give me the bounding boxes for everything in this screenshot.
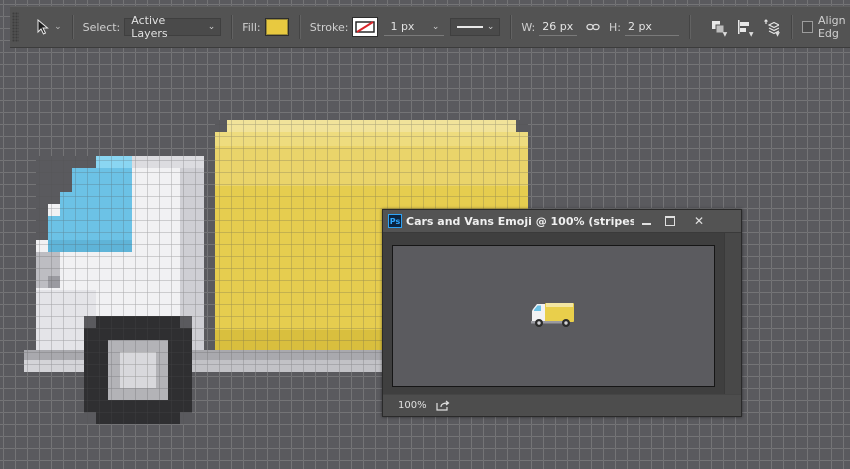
- select-value: Active Layers: [131, 14, 168, 40]
- stroke-type-dropdown[interactable]: ⌄: [450, 18, 501, 36]
- document-title: Cars and Vans Emoji @ 100% (stripes, R..…: [406, 214, 634, 228]
- fill-label: Fill:: [242, 20, 261, 34]
- height-label: H:: [608, 20, 621, 34]
- vertical-scrollbar[interactable]: [724, 233, 741, 394]
- document-body: [383, 233, 741, 394]
- options-bar-grip[interactable]: [12, 12, 20, 42]
- truck-emoji-icon: [531, 303, 574, 327]
- separator: [688, 15, 690, 39]
- arrow-select-icon[interactable]: [35, 18, 50, 36]
- no-color-icon: [355, 21, 376, 33]
- separator: [231, 15, 233, 39]
- options-bar: ⌄ Select: Active Layers ⌄ Fill: Stroke: …: [10, 6, 850, 47]
- separator: [510, 15, 512, 39]
- photoshop-icon: Ps: [388, 214, 402, 228]
- stroke-color-swatch[interactable]: [352, 17, 379, 37]
- close-icon[interactable]: ✕: [682, 210, 716, 232]
- width-field[interactable]: 26 px: [539, 19, 577, 36]
- height-field[interactable]: 2 px: [624, 19, 679, 36]
- export-icon[interactable]: [436, 400, 452, 412]
- path-operations-icon[interactable]: ▼: [708, 16, 728, 38]
- path-alignment-icon[interactable]: ▼: [734, 16, 754, 38]
- chevron-down-icon: ⌄: [486, 22, 495, 32]
- solid-line-icon: [457, 26, 483, 28]
- stroke-width-value: 1 px: [390, 20, 415, 33]
- align-edges-label: Align Edg: [817, 14, 846, 40]
- link-icon[interactable]: [583, 16, 603, 38]
- chevron-down-icon: ⌄: [207, 22, 216, 32]
- align-edges-checkbox[interactable]: [801, 21, 813, 33]
- separator: [790, 15, 792, 39]
- document-canvas[interactable]: [392, 245, 715, 387]
- minimize-icon[interactable]: [634, 210, 658, 232]
- zoom-level[interactable]: 100%: [398, 400, 428, 411]
- stroke-label: Stroke:: [309, 20, 349, 34]
- select-dropdown[interactable]: Active Layers ⌄: [124, 14, 222, 40]
- document-titlebar[interactable]: Ps Cars and Vans Emoji @ 100% (stripes, …: [383, 210, 741, 233]
- path-arrangement-icon[interactable]: ▼: [761, 16, 781, 38]
- width-label: W:: [521, 20, 536, 34]
- chevron-down-icon: ⌄: [431, 21, 440, 32]
- document-window: Ps Cars and Vans Emoji @ 100% (stripes, …: [382, 209, 742, 417]
- select-label: Select:: [82, 20, 121, 34]
- stroke-width-dropdown[interactable]: 1 px ⌄: [384, 18, 445, 36]
- tool-preset-chevron-icon[interactable]: ⌄: [54, 22, 62, 32]
- document-status-bar: 100%: [383, 395, 741, 416]
- maximize-icon[interactable]: [658, 210, 682, 232]
- separator: [71, 15, 73, 39]
- fill-color-swatch[interactable]: [264, 18, 289, 36]
- separator: [298, 15, 300, 39]
